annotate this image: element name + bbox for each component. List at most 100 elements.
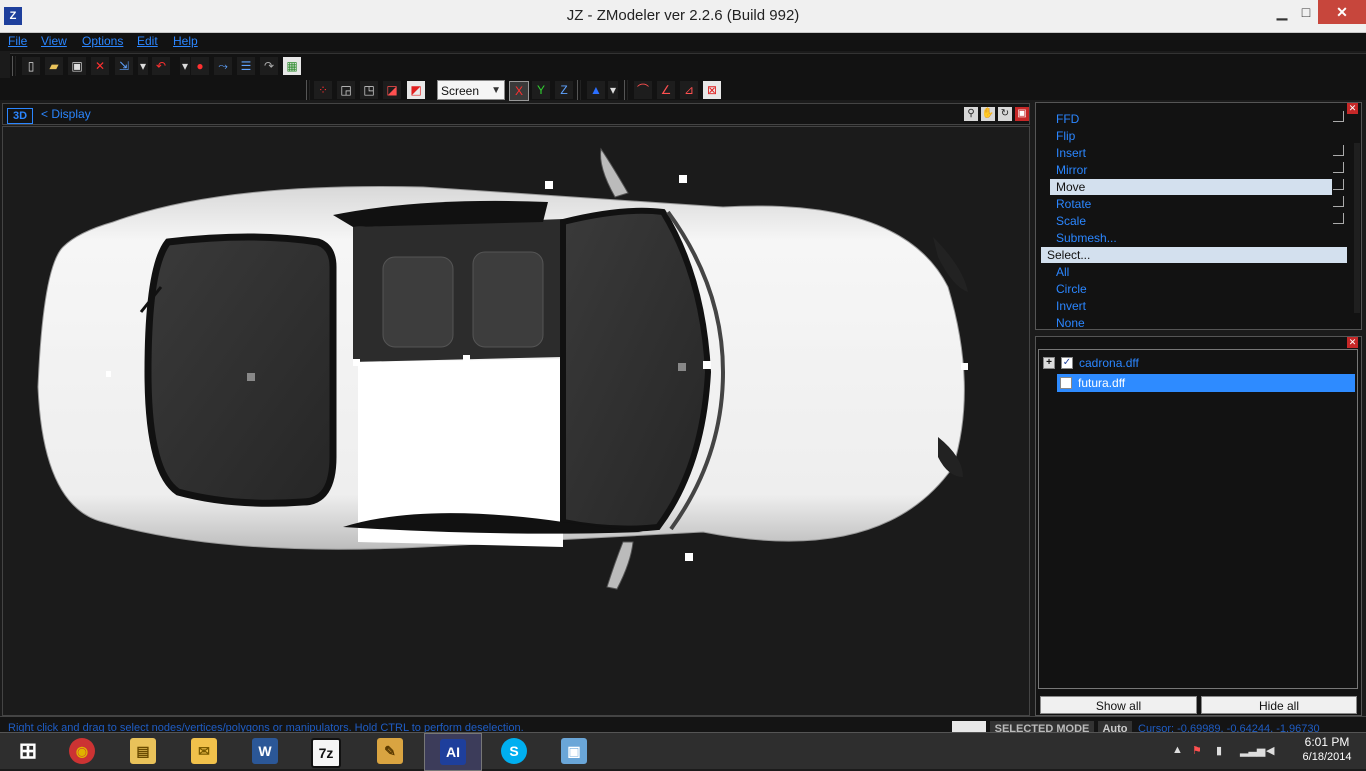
modifier-category-select[interactable]: Select...	[1041, 247, 1347, 263]
asus-ai-icon[interactable]: AI	[424, 733, 482, 771]
menu-file[interactable]: File	[8, 34, 27, 48]
toolbar-separator	[577, 80, 581, 100]
axis-z-toggle[interactable]: Z	[555, 81, 573, 99]
modifier-item-mirror[interactable]: Mirror	[1056, 162, 1087, 178]
chevron-down-icon[interactable]: ▾	[180, 57, 190, 75]
pan-hand-icon[interactable]: ✋	[981, 107, 995, 121]
grid-icon[interactable]: ▦	[283, 57, 301, 75]
close-panel-icon[interactable]: ✕	[1347, 337, 1358, 348]
tray-time[interactable]: 6:01 PM	[1292, 735, 1362, 749]
maximize-viewport-icon[interactable]: ▣	[1015, 107, 1029, 121]
outlook-icon[interactable]: ✉	[176, 733, 232, 769]
delete-icon[interactable]: ✕	[91, 57, 109, 75]
open-file-icon[interactable]: ▰	[45, 57, 63, 75]
menu-options[interactable]: Options	[82, 34, 123, 48]
magnet-icon[interactable]: ⌒	[634, 81, 652, 99]
pivot-icon[interactable]: ▲	[587, 81, 605, 99]
expand-icon[interactable]: +	[1043, 356, 1055, 369]
modifiers-panel: ✕ FFD Flip Insert Mirror Move Rotate Sca…	[1035, 102, 1362, 330]
select-mesh-icon[interactable]: ◪	[383, 81, 401, 99]
select-vertices-icon[interactable]: ⁘	[314, 81, 332, 99]
modifier-item-submesh[interactable]: Submesh...	[1056, 230, 1117, 246]
file-explorer-icon[interactable]: ▤	[115, 733, 171, 769]
modifier-item-ffd[interactable]: FFD	[1056, 111, 1079, 127]
paint-icon[interactable]: ✎	[362, 733, 418, 769]
redo-icon[interactable]: ↷	[260, 57, 278, 75]
zoom-icon[interactable]: ⚲	[964, 107, 978, 121]
snap-angle-icon[interactable]: ⊠	[703, 81, 721, 99]
chevron-down-icon[interactable]: ▾	[138, 57, 148, 75]
axis-x-toggle[interactable]: X	[509, 81, 529, 101]
toolbar-separator	[624, 80, 628, 100]
photo-viewer-icon[interactable]: ▣	[546, 733, 602, 769]
windows-start-icon[interactable]: ⊞	[0, 733, 56, 769]
tree-node-cadrona[interactable]: + ✓ cadrona.dff	[1043, 354, 1139, 372]
modifier-item-all[interactable]: All	[1056, 264, 1069, 280]
modifier-item-flip[interactable]: Flip	[1056, 128, 1075, 144]
show-hidden-icons-icon[interactable]: ▲	[1172, 744, 1183, 756]
chevron-down-icon[interactable]: ▾	[608, 81, 618, 99]
minimize-button[interactable]: ▁	[1270, 0, 1294, 24]
modifier-item-circle[interactable]: Circle	[1056, 281, 1087, 297]
7zip-icon[interactable]: 7z	[298, 733, 354, 769]
save-file-icon[interactable]: ▣	[68, 57, 86, 75]
modifier-item-invert[interactable]: Invert	[1056, 298, 1086, 314]
link-icon[interactable]: ⤳	[214, 57, 232, 75]
axis-y-toggle[interactable]: Y	[532, 81, 550, 99]
menu-bar: File View Options Edit Help	[0, 33, 1366, 51]
menu-view[interactable]: View	[41, 34, 67, 48]
snap-grid-icon[interactable]: ⊿	[680, 81, 698, 99]
volume-icon[interactable]: ◀	[1266, 744, 1274, 757]
modifier-options-box[interactable]	[1333, 179, 1344, 190]
modifier-options-box[interactable]	[1333, 145, 1344, 156]
viewport-mode-button[interactable]: 3D	[7, 108, 33, 124]
close-button[interactable]: ✕	[1318, 0, 1366, 24]
menu-edit[interactable]: Edit	[137, 34, 158, 48]
toolbar-separator	[12, 56, 16, 76]
close-panel-icon[interactable]: ✕	[1347, 103, 1358, 114]
modifier-options-box[interactable]	[1333, 196, 1344, 207]
coordinate-system-select[interactable]: Screen ▼	[437, 80, 505, 100]
modifier-item-move[interactable]: Move	[1050, 179, 1332, 195]
new-file-icon[interactable]: ▯	[22, 57, 40, 75]
modifiers-scrollbar[interactable]	[1354, 143, 1360, 313]
scene-panel: ✕ + ✓ cadrona.dff futura.dff Show all Hide…	[1035, 336, 1362, 716]
snap-icon[interactable]: ∠	[657, 81, 675, 99]
display-menu[interactable]: < Display	[41, 107, 91, 121]
title-bar: Z JZ - ZModeler ver 2.2.6 (Build 992) ▁ …	[0, 0, 1366, 33]
select-all-icon[interactable]: ◩	[407, 81, 425, 99]
show-all-button[interactable]: Show all	[1040, 696, 1197, 714]
modifier-item-scale[interactable]: Scale	[1056, 213, 1086, 229]
chrome-icon[interactable]: ◉	[54, 733, 110, 769]
tray-date[interactable]: 6/18/2014	[1292, 751, 1362, 763]
modifier-item-rotate[interactable]: Rotate	[1056, 196, 1091, 212]
hide-all-button[interactable]: Hide all	[1201, 696, 1357, 714]
import-icon[interactable]: ⇲	[115, 57, 133, 75]
visibility-checkbox[interactable]: ✓	[1061, 356, 1073, 369]
select-objects-icon[interactable]: ◳	[360, 81, 378, 99]
modifier-item-none[interactable]: None	[1056, 315, 1085, 329]
battery-icon[interactable]: ▮	[1216, 744, 1222, 757]
scene-tree: + ✓ cadrona.dff futura.dff	[1038, 349, 1358, 689]
window-title: JZ - ZModeler ver 2.2.6 (Build 992)	[566, 7, 800, 24]
coordinate-system-value: Screen	[441, 84, 480, 98]
action-center-icon[interactable]: ⚑	[1192, 744, 1202, 757]
record-icon[interactable]: ●	[191, 57, 209, 75]
modifier-options-box[interactable]	[1333, 162, 1344, 173]
3d-viewport[interactable]	[2, 126, 1030, 716]
tree-node-futura[interactable]: futura.dff	[1057, 374, 1355, 392]
select-polygons-icon[interactable]: ◲	[337, 81, 355, 99]
network-signal-icon[interactable]: ▂▃▅	[1240, 744, 1265, 757]
word-icon[interactable]: W	[237, 733, 293, 769]
maximize-button[interactable]: □	[1294, 0, 1318, 24]
skype-icon[interactable]: S	[486, 733, 542, 769]
visibility-checkbox[interactable]	[1060, 376, 1072, 389]
modifier-options-box[interactable]	[1333, 213, 1344, 224]
menu-help[interactable]: Help	[173, 34, 198, 48]
toolbar-separator	[306, 80, 310, 100]
modifier-item-insert[interactable]: Insert	[1056, 145, 1086, 161]
modifier-options-box[interactable]	[1333, 111, 1344, 122]
properties-icon[interactable]: ☰	[237, 57, 255, 75]
rotate-view-icon[interactable]: ↻	[998, 107, 1012, 121]
undo-icon[interactable]: ↶	[152, 57, 170, 75]
